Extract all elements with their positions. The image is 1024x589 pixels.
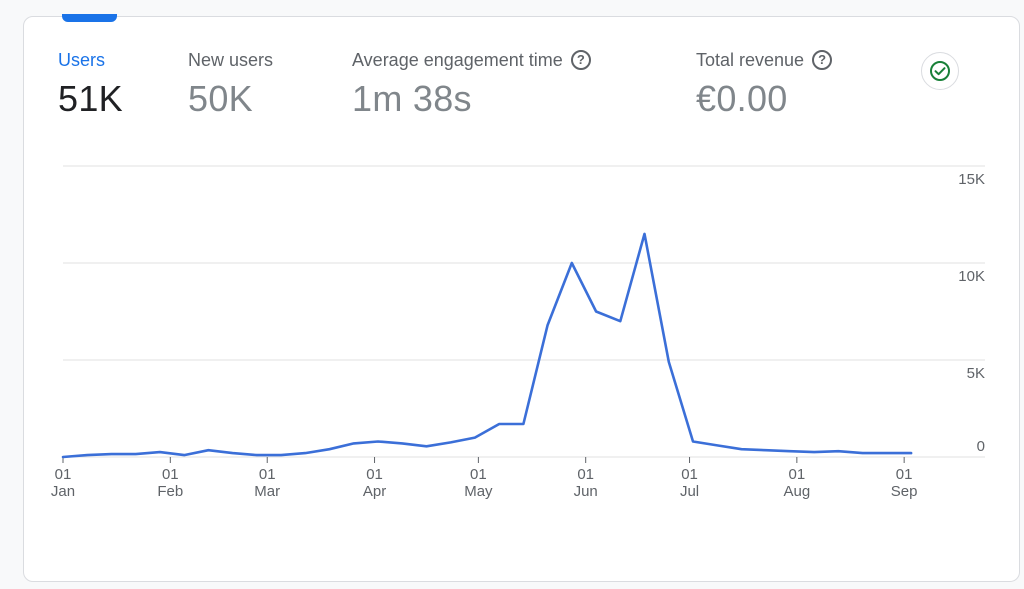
x-tick-month: Feb: [157, 483, 183, 500]
users-line-chart: 05K10K15K 01 Jan01 Feb01 Mar01 Apr01 May01 Jun…: [51, 165, 985, 500]
x-tick-label: 01 Feb: [157, 466, 183, 500]
x-tick-label: 01 Mar: [254, 466, 280, 500]
x-tick-month: Apr: [363, 483, 386, 500]
y-tick-label: 0: [977, 438, 985, 455]
x-tick-day: 01: [681, 466, 698, 483]
x-tick-label: 01 Sep: [891, 466, 918, 500]
x-tick-month: Sep: [891, 483, 918, 500]
x-tick-day: 01: [55, 466, 72, 483]
x-tick-day: 01: [577, 466, 594, 483]
x-tick-day: 01: [470, 466, 487, 483]
x-tick-month: Jun: [574, 483, 598, 500]
y-tick-label: 10K: [958, 268, 985, 285]
x-tick-month: Jan: [51, 483, 75, 500]
y-axis-ticks: 0 5K 10K 15K: [958, 171, 985, 455]
x-tick-month: Jul: [680, 483, 699, 500]
x-tick-label: 01 Apr: [363, 466, 386, 500]
x-tick-month: May: [464, 483, 493, 500]
grid-lines: [63, 165, 985, 458]
x-tick-label: 01 May: [464, 466, 493, 500]
y-tick-label: 5K: [967, 365, 985, 382]
x-tick-label: 01 Jul: [680, 466, 699, 500]
x-tick-day: 01: [162, 466, 179, 483]
x-tick-day: 01: [366, 466, 383, 483]
x-tick-month: Aug: [783, 483, 810, 500]
x-tick-day: 01: [259, 466, 276, 483]
series-layer: [61, 232, 913, 459]
x-axis-ticks: 01 Jan01 Feb01 Mar01 Apr01 May01 Jun01 Jul01 Aug…: [51, 457, 918, 500]
x-tick-label: 01 Aug: [783, 466, 810, 500]
y-tick-label: 15K: [958, 171, 985, 188]
x-tick-label: 01 Jun: [574, 466, 598, 500]
x-tick-day: 01: [896, 466, 913, 483]
x-tick-month: Mar: [254, 483, 280, 500]
x-tick-label: 01 Jan: [51, 466, 75, 500]
x-tick-day: 01: [789, 466, 806, 483]
series-line-users: [61, 232, 913, 459]
